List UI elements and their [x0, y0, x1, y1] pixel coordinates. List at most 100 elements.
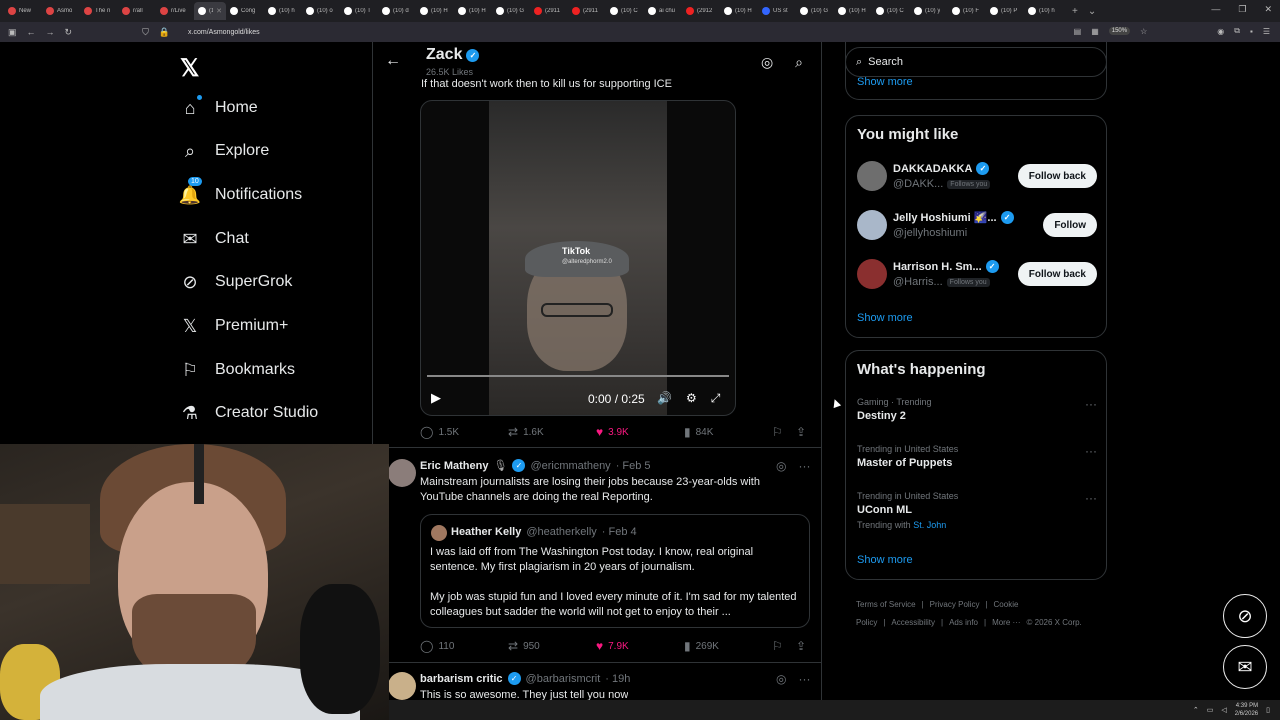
back-icon[interactable]: ←	[27, 27, 36, 37]
author-name[interactable]: Eric Matheny	[420, 460, 488, 472]
browser-tab[interactable]: (10) H	[834, 2, 872, 20]
sidebar-toggle-icon[interactable]: ▣	[8, 27, 17, 38]
zoom-level[interactable]: 150%	[1108, 27, 1131, 35]
account-icon[interactable]: ◉	[1217, 27, 1224, 36]
browser-tab[interactable]: r/Live	[156, 2, 194, 20]
follow-button[interactable]: Follow	[1043, 213, 1097, 237]
browser-tab[interactable]: (10) h	[264, 2, 302, 20]
reader-icon[interactable]: ▤	[1074, 27, 1082, 36]
nav-item-premium[interactable]: 𝕏 Premium+	[180, 316, 289, 336]
restore-icon[interactable]: ❐	[1238, 4, 1246, 15]
views-button[interactable]: ▮ 84K	[684, 425, 713, 439]
browser-tab[interactable]: (10) G	[492, 2, 530, 20]
grok-icon[interactable]: ◎	[761, 54, 773, 71]
avatar[interactable]	[388, 459, 416, 487]
grok-fab-button[interactable]: ⊘	[1223, 594, 1267, 638]
clock[interactable]: 4:39 PM 2/6/2026	[1235, 702, 1258, 718]
author-handle[interactable]: @ericmmatheny	[530, 460, 610, 472]
browser-tab[interactable]: (10) C	[606, 2, 644, 20]
more-icon[interactable]: ···	[1085, 444, 1097, 458]
browser-tab[interactable]: (10) G	[796, 2, 834, 20]
menu-icon[interactable]: ☰	[1263, 27, 1270, 36]
browser-tab[interactable]: (10) P	[986, 2, 1024, 20]
trend-item[interactable]: Trending in United States Master of Puppe…	[857, 444, 1097, 469]
back-arrow-icon[interactable]: ←	[385, 52, 401, 70]
more-icon[interactable]: ···	[798, 672, 810, 686]
nav-item-supergrok[interactable]: ⊘ SuperGrok	[180, 272, 292, 292]
tab-list-chevron-icon[interactable]: ⌄	[1088, 6, 1096, 17]
minimize-icon[interactable]: —	[1211, 4, 1220, 15]
tweet-date[interactable]: · 19h	[605, 673, 630, 685]
footer-link[interactable]: Ads info	[949, 618, 978, 627]
nav-item-chat[interactable]: ✉ Chat	[180, 229, 248, 249]
footer-link[interactable]: Terms of Service	[856, 600, 916, 609]
reply-button[interactable]: ◯ 110	[420, 639, 454, 653]
browser-tab[interactable]: (10) T	[340, 2, 378, 20]
browser-tab[interactable]: (10) H	[416, 2, 454, 20]
follow-button[interactable]: Follow back	[1017, 164, 1097, 188]
shield-icon[interactable]: ⛉	[142, 27, 149, 38]
grok-icon[interactable]: ◎	[776, 459, 786, 473]
video-frame[interactable]: TikTok @alteredphorm2.0	[489, 101, 667, 415]
extension-icon[interactable]: ▪	[1250, 27, 1253, 36]
suggested-account[interactable]: DAKKADAKKA ✓ @DAKK... Follows you Follow bac…	[857, 161, 1097, 193]
like-button[interactable]: ♥ 7.9K	[596, 639, 629, 653]
browser-tab[interactable]: (10) H	[720, 2, 758, 20]
browser-tab[interactable]: (10) d	[378, 2, 416, 20]
reload-icon[interactable]: ↻	[65, 27, 73, 38]
nav-item-notifications[interactable]: 🔔 10 Notifications	[179, 177, 302, 205]
avatar[interactable]	[388, 672, 416, 700]
chevron-up-icon[interactable]: ⌃	[1193, 706, 1199, 714]
footer-link[interactable]: More ···	[992, 618, 1020, 627]
forward-icon[interactable]: →	[46, 27, 55, 37]
close-tab-icon[interactable]: ✕	[216, 7, 222, 15]
footer-link[interactable]: Accessibility	[891, 618, 935, 627]
browser-tab[interactable]: (2911	[568, 2, 606, 20]
more-icon[interactable]: ···	[1085, 491, 1097, 505]
messages-fab-button[interactable]: ✉	[1223, 645, 1267, 689]
trend-item[interactable]: Trending in United States UConn ML Trendin…	[857, 491, 1097, 530]
volume-icon[interactable]: 🔊	[657, 391, 672, 406]
trending-with-link[interactable]: St. John	[913, 520, 946, 530]
browser-tab[interactable]: (2912	[682, 2, 720, 20]
extensions-icon[interactable]: ⧉	[1234, 26, 1240, 36]
settings-gear-icon[interactable]: ⚙	[686, 391, 697, 406]
grok-icon[interactable]: ◎	[776, 672, 786, 686]
footer-link[interactable]: © 2026 X Corp.	[1027, 618, 1082, 627]
avatar[interactable]	[857, 259, 887, 289]
reply-button[interactable]: ◯ 1.5K	[420, 425, 459, 439]
browser-tab[interactable]: US st	[758, 2, 796, 20]
suggested-account[interactable]: Jelly Hoshiumi 🌠... ✓ @jellyhoshiumi Follow	[857, 210, 1097, 242]
bookmark-button[interactable]: ⚐	[772, 425, 783, 439]
nav-item-home[interactable]: ⌂ Home	[180, 95, 258, 118]
close-window-icon[interactable]: ✕	[1264, 4, 1272, 15]
repost-button[interactable]: ⇄ 950	[508, 639, 540, 653]
star-icon[interactable]: ☆	[1140, 27, 1147, 36]
footer-link[interactable]: Privacy Policy	[930, 600, 980, 609]
avatar[interactable]	[857, 210, 887, 240]
nav-item-creator-studio[interactable]: ⚗ Creator Studio	[180, 403, 318, 423]
browser-tab[interactable]: (10) o	[302, 2, 340, 20]
tweet-date[interactable]: · Feb 5	[616, 460, 651, 472]
picture-icon[interactable]: ▦	[1091, 27, 1099, 36]
browser-tab[interactable]: r/all	[118, 2, 156, 20]
speaker-icon[interactable]: ◁	[1221, 706, 1226, 714]
browser-tab[interactable]: (1(✕	[194, 2, 226, 20]
browser-tab[interactable]: (10) H	[454, 2, 492, 20]
author-handle[interactable]: @barbarismcrit	[526, 673, 601, 685]
browser-tab[interactable]: New	[4, 2, 42, 20]
search-icon[interactable]: ⌕	[795, 54, 803, 71]
video-player[interactable]: TikTok @alteredphorm2.0 ▶ 0:00 / 0:25 🔊 …	[420, 100, 736, 416]
trend-item[interactable]: Gaming · Trending Destiny 2 ···	[857, 397, 1097, 422]
play-icon[interactable]: ▶	[431, 390, 441, 406]
x-logo-icon[interactable]: 𝕏	[180, 54, 199, 83]
share-button[interactable]: ⇪	[796, 639, 806, 653]
more-icon[interactable]: ···	[1085, 397, 1097, 411]
like-button[interactable]: ♥ 3.9K	[596, 425, 629, 439]
video-progress-bar[interactable]	[427, 375, 729, 377]
show-more-link[interactable]: Show more	[857, 76, 913, 88]
browser-tab[interactable]: Asmo	[42, 2, 80, 20]
notification-icon[interactable]: ▯	[1266, 706, 1270, 714]
browser-tab[interactable]: Cong	[226, 2, 264, 20]
nav-item-bookmarks[interactable]: ⚐ Bookmarks	[180, 360, 295, 380]
